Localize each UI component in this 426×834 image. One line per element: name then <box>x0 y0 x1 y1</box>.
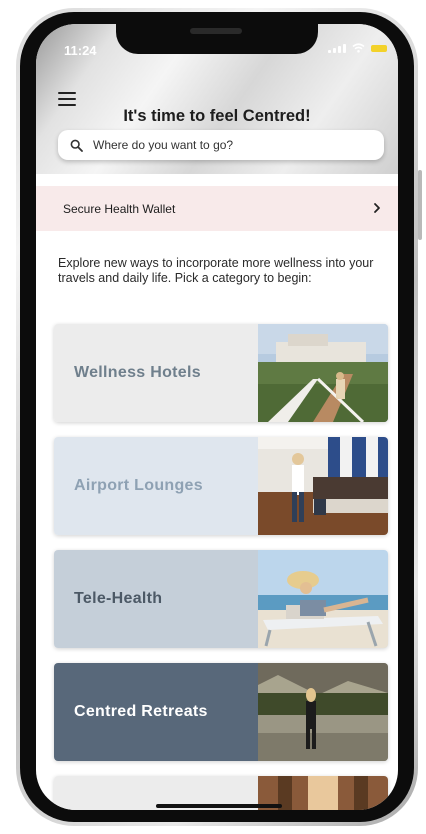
phone-notch <box>116 24 318 54</box>
chevron-right-icon <box>374 203 380 213</box>
health-wallet-row[interactable]: Secure Health Wallet <box>36 186 398 231</box>
search-bar[interactable] <box>58 130 384 160</box>
hamburger-menu-icon[interactable] <box>58 92 76 106</box>
search-input[interactable] <box>91 137 375 153</box>
beach-laptop-photo <box>258 550 388 648</box>
intro-text: Explore new ways to incorporate more wel… <box>58 256 374 285</box>
category-label: Tele-Health <box>74 590 163 607</box>
card-label-panel: Airport Lounges <box>54 437 258 535</box>
speaker-grill <box>190 28 242 34</box>
lake-retreat-photo <box>258 663 388 761</box>
status-time: 11:24 <box>64 43 97 58</box>
page-title: It's time to feel Centred! <box>123 107 311 125</box>
category-card-tele-health[interactable]: Tele-Health <box>54 550 388 648</box>
category-label: Centred Retreats <box>74 703 208 720</box>
signal-icon <box>328 43 346 53</box>
search-icon <box>70 139 83 152</box>
home-indicator[interactable] <box>156 804 282 808</box>
card-label-panel: Centred Retreats <box>54 663 258 761</box>
category-label: Wellness Hotels <box>74 364 201 381</box>
airport-lounge-photo <box>258 437 388 535</box>
wifi-icon <box>352 43 365 53</box>
app-screen: 11:24 It's time to feel Centred! Where d… <box>36 24 398 810</box>
card-label-panel: Wellness Hotels <box>54 324 258 422</box>
category-card-centred-retreats[interactable]: Centred Retreats <box>54 663 388 761</box>
category-label: Airport Lounges <box>74 477 203 494</box>
category-card-airport-lounges[interactable]: Airport Lounges <box>54 437 388 535</box>
status-icons <box>328 43 387 53</box>
category-card-wellness-hotels[interactable]: Wellness Hotels <box>54 324 388 422</box>
header: 11:24 It's time to feel Centred! <box>36 24 398 174</box>
phone-side-button <box>418 170 422 240</box>
wallet-label: Secure Health Wallet <box>63 201 176 216</box>
card-label-panel: Tele-Health <box>54 550 258 648</box>
hotel-boardwalk-photo <box>258 324 388 422</box>
battery-icon <box>371 44 387 52</box>
